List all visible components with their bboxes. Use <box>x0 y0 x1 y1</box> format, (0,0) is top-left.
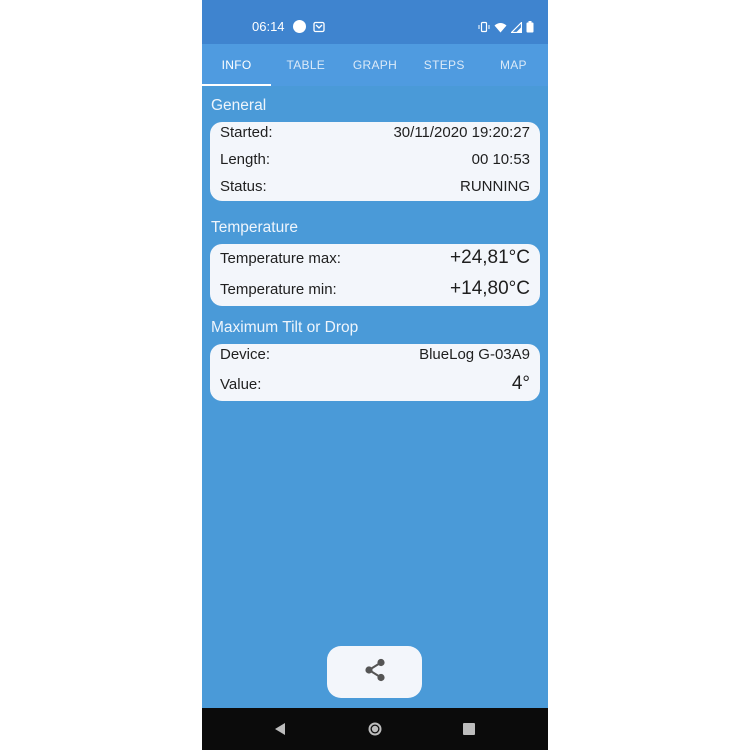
tab-table[interactable]: TABLE <box>271 44 340 86</box>
signal-icon <box>511 21 522 33</box>
value-label: Value: <box>220 376 262 393</box>
length-row: Length: 00 10:53 <box>220 151 530 168</box>
notification-icon <box>313 20 325 33</box>
general-card: Started: 30/11/2020 19:20:27 Length: 00 … <box>210 122 540 201</box>
temperature-max-label: Temperature max: <box>220 250 341 267</box>
navigation-bar <box>202 708 548 750</box>
device-row: Device: BlueLog G-03A9 <box>220 346 530 363</box>
status-value: RUNNING <box>460 178 530 195</box>
status-bar: 06:14 <box>202 0 548 44</box>
value-row: Value: 4° <box>220 373 530 395</box>
recents-icon[interactable] <box>461 721 477 737</box>
status-icons <box>478 19 534 35</box>
temperature-max-value: +24,81°C <box>450 247 530 268</box>
tab-info[interactable]: INFO <box>202 44 272 86</box>
device-label: Device: <box>220 346 271 363</box>
battery-icon <box>526 21 534 33</box>
tab-graph[interactable]: GRAPH <box>340 44 409 86</box>
device-value: BlueLog G-03A9 <box>419 346 530 363</box>
started-value: 30/11/2020 19:20:27 <box>393 124 530 141</box>
record-dot-icon <box>293 20 306 33</box>
temperature-min-label: Temperature min: <box>220 281 337 298</box>
tab-map[interactable]: MAP <box>479 44 548 86</box>
tilt-section-title: Maximum Tilt or Drop <box>211 319 359 336</box>
back-icon[interactable] <box>272 721 288 737</box>
tilt-card: Device: BlueLog G-03A9 Value: 4° <box>210 344 540 401</box>
wifi-icon <box>494 22 507 33</box>
tab-steps[interactable]: STEPS <box>410 44 479 86</box>
home-icon[interactable] <box>367 721 383 737</box>
temperature-section-title: Temperature <box>211 219 299 236</box>
vibrate-icon <box>478 21 490 33</box>
temperature-min-row: Temperature min: +14,80°C <box>220 278 530 300</box>
status-time: 06:14 <box>252 19 285 34</box>
temperature-card: Temperature max: +24,81°C Temperature mi… <box>210 244 540 306</box>
length-value: 00 10:53 <box>471 151 530 168</box>
started-label: Started: <box>220 124 273 141</box>
share-icon <box>362 657 388 688</box>
length-label: Length: <box>220 151 271 168</box>
tab-bar: INFO TABLE GRAPH STEPS MAP <box>202 44 548 86</box>
temperature-max-row: Temperature max: +24,81°C <box>220 247 530 269</box>
temperature-min-value: +14,80°C <box>450 278 530 299</box>
general-section-title: General <box>211 97 267 114</box>
share-button[interactable] <box>327 646 422 698</box>
started-row: Started: 30/11/2020 19:20:27 <box>220 124 530 141</box>
status-row: Status: RUNNING <box>220 178 530 195</box>
phone-screen: 06:14 INFO TABLE GRAPH STEPS MAP General… <box>202 0 548 750</box>
value-value: 4° <box>511 373 530 394</box>
status-label: Status: <box>220 178 267 195</box>
